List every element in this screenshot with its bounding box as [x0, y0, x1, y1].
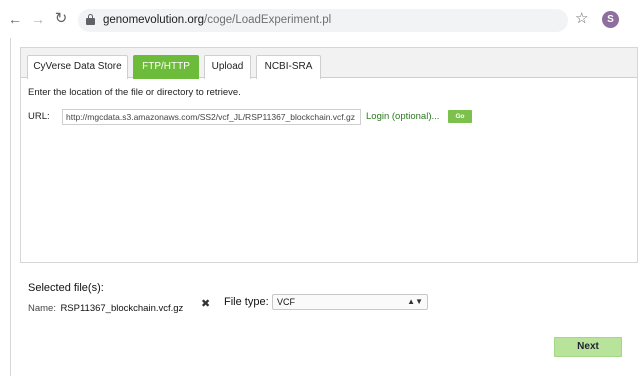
login-link[interactable]: Login (optional)... [366, 111, 439, 123]
lock-icon [86, 14, 95, 25]
profile-avatar[interactable]: S [602, 11, 619, 28]
file-name-label: Name: [28, 303, 56, 314]
file-type-value: VCF [277, 297, 295, 307]
ftp-instruction: Enter the location of the file or direct… [28, 87, 241, 98]
file-name-value: RSP11367_blockchain.vcf.gz [60, 303, 184, 314]
go-button[interactable]: Go [448, 110, 472, 123]
browser-toolbar: ← → ↻ genomevolution.org/coge/LoadExperi… [0, 0, 638, 38]
page-border [10, 38, 11, 376]
url-input[interactable]: http://mgcdata.s3.amazonaws.com/SS2/vcf_… [62, 109, 361, 125]
file-type-select[interactable]: VCF ▲▼ [272, 294, 428, 310]
remove-file-icon[interactable]: ✖ [201, 298, 210, 310]
file-type-label: File type: [224, 296, 269, 308]
forward-arrow-icon[interactable]: → [31, 12, 45, 26]
data-source-panel: CyVerse Data Store FTP/HTTP Upload NCBI-… [20, 47, 638, 263]
tab-upload[interactable]: Upload [204, 55, 251, 79]
url-host: genomevolution.org [103, 14, 205, 26]
next-button[interactable]: Next [554, 337, 622, 357]
source-tabbar: CyVerse Data Store FTP/HTTP Upload NCBI-… [21, 48, 637, 79]
bookmark-star-icon[interactable]: ☆ [575, 11, 588, 26]
address-url[interactable]: genomevolution.org/coge/LoadExperiment.p… [103, 14, 331, 27]
url-path: /coge/LoadExperiment.pl [204, 14, 332, 26]
selected-file-row: Name: RSP11367_blockchain.vcf.gz [28, 298, 184, 314]
tab-ftp-http[interactable]: FTP/HTTP [133, 55, 199, 79]
selected-files-title: Selected file(s): [28, 282, 104, 294]
url-label: URL: [28, 111, 50, 122]
tab-ncbi-sra[interactable]: NCBI-SRA [256, 55, 321, 79]
back-arrow-icon[interactable]: ← [8, 12, 22, 26]
select-arrows-icon: ▲▼ [407, 297, 423, 306]
reload-icon[interactable]: ↻ [54, 11, 68, 26]
tab-cyverse-data-store[interactable]: CyVerse Data Store [27, 55, 128, 79]
